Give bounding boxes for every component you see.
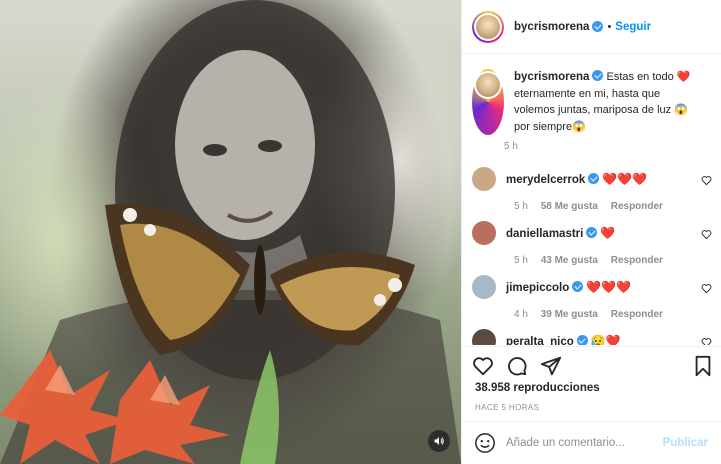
comment-item: daniellamastri ❤️ 5 h 43 Me gusta Respon… xyxy=(472,221,712,266)
author-username[interactable]: bycrismorena xyxy=(514,21,589,33)
commenter-username[interactable]: merydelcerrok xyxy=(506,174,585,186)
caption-timestamp: 5 h xyxy=(504,141,518,152)
comment-item: peralta_nico 😥❤️ xyxy=(472,329,712,345)
comment-likes[interactable]: 43 Me gusta xyxy=(541,255,598,266)
comment-item: merydelcerrok ❤️❤️❤️ 5 h 58 Me gusta Res… xyxy=(472,167,712,212)
like-comment-heart-icon[interactable] xyxy=(701,229,712,240)
follow-button[interactable]: Seguir xyxy=(615,21,651,33)
comment-time: 5 h xyxy=(514,201,528,212)
post-caption: bycrismorena Estas en todo ❤️ eternament… xyxy=(472,69,712,135)
comment-likes[interactable]: 39 Me gusta xyxy=(541,309,598,320)
publish-button[interactable]: Publicar xyxy=(663,437,708,449)
comment-text: ❤️❤️❤️ xyxy=(602,172,648,186)
caption-author-username[interactable]: bycrismorena xyxy=(514,71,589,83)
view-count[interactable]: 38.958 reproducciones xyxy=(475,382,600,394)
reply-button[interactable]: Responder xyxy=(611,255,663,266)
reply-button[interactable]: Responder xyxy=(611,201,663,212)
bookmark-icon[interactable] xyxy=(692,355,714,377)
like-comment-heart-icon[interactable] xyxy=(701,337,712,345)
separator-dot: • xyxy=(607,20,612,33)
comment-input[interactable] xyxy=(506,437,666,449)
share-icon[interactable] xyxy=(540,355,562,377)
commenter-username[interactable]: daniellamastri xyxy=(506,228,583,240)
post-timestamp: HACE 5 HORAS xyxy=(475,403,540,412)
post-side-panel: bycrismorena • Seguir bycrismorena Estas… xyxy=(461,0,721,464)
comment-icon[interactable] xyxy=(506,355,528,377)
comment-time: 5 h xyxy=(514,255,528,266)
comment-text: 😥❤️ xyxy=(590,334,621,345)
commenter-avatar[interactable] xyxy=(472,329,496,345)
post-actions-bar xyxy=(462,346,721,384)
comment-text: ❤️❤️❤️ xyxy=(586,280,632,294)
emoji-icon[interactable] xyxy=(474,432,496,454)
sound-toggle-button[interactable] xyxy=(428,430,450,452)
post-header: bycrismorena • Seguir xyxy=(462,0,721,54)
like-comment-heart-icon[interactable] xyxy=(701,175,712,186)
post-video[interactable] xyxy=(0,0,461,464)
verified-icon xyxy=(588,173,600,184)
verified-icon xyxy=(576,335,588,345)
comment-likes[interactable]: 58 Me gusta xyxy=(541,201,598,212)
comments-list[interactable]: bycrismorena Estas en todo ❤️ eternament… xyxy=(462,55,721,345)
commenter-avatar[interactable] xyxy=(472,167,496,191)
author-avatar[interactable] xyxy=(472,10,504,43)
verified-icon xyxy=(592,70,604,81)
speaker-icon xyxy=(434,437,444,445)
commenter-username[interactable]: jimepiccolo xyxy=(506,282,569,294)
reply-button[interactable]: Responder xyxy=(611,309,663,320)
add-comment-form: Publicar xyxy=(462,421,721,464)
heart-icon[interactable] xyxy=(472,355,494,377)
comment-text: ❤️ xyxy=(600,226,616,240)
caption-author-avatar[interactable] xyxy=(472,69,504,135)
commenter-avatar[interactable] xyxy=(472,221,496,245)
verified-icon xyxy=(572,281,584,292)
like-comment-heart-icon[interactable] xyxy=(701,283,712,294)
commenter-username[interactable]: peralta_nico xyxy=(506,336,574,345)
comment-item: jimepiccolo ❤️❤️❤️ 4 h 39 Me gusta Respo… xyxy=(472,275,712,320)
verified-icon xyxy=(592,21,604,32)
comment-time: 4 h xyxy=(514,309,528,320)
verified-icon xyxy=(586,227,598,238)
flowers-image xyxy=(0,350,279,464)
commenter-avatar[interactable] xyxy=(472,275,496,299)
